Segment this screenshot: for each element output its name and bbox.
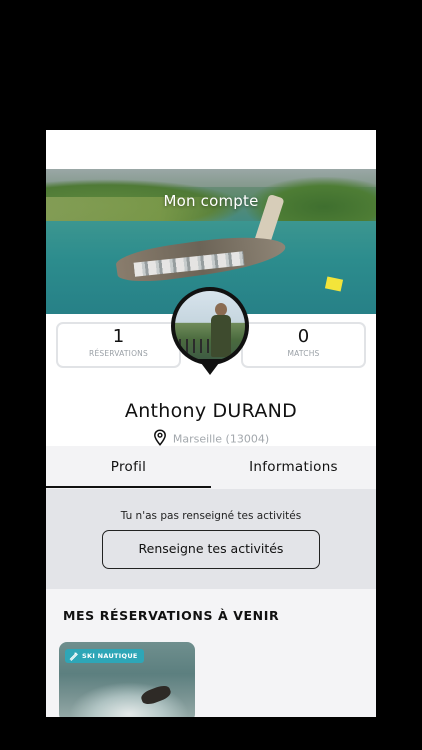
avatar-photo xyxy=(175,291,245,361)
avatar[interactable] xyxy=(171,287,249,385)
user-name: Anthony DURAND xyxy=(46,400,376,422)
upcoming-reservations-section: MES RÉSERVATIONS À VENIR SKI NAUTIQUE xyxy=(46,589,376,717)
matchs-label: MATCHS xyxy=(287,349,320,358)
reservations-stat[interactable]: 1 RÉSERVATIONS xyxy=(56,322,181,368)
set-activities-button[interactable]: Renseigne tes activités xyxy=(102,530,320,569)
app-screen: Mon compte 1 RÉSERVATIONS 0 MATCHS Antho… xyxy=(46,130,376,717)
location-text: Marseille (13004) xyxy=(172,432,270,446)
reservation-card[interactable]: SKI NAUTIQUE xyxy=(59,642,195,717)
reservations-label: RÉSERVATIONS xyxy=(89,349,148,358)
avatar-pin-tip xyxy=(198,359,222,375)
profile-tabs: Profil Informations xyxy=(46,446,376,489)
reservations-count: 1 xyxy=(112,326,125,347)
upcoming-reservations-heading: MES RÉSERVATIONS À VENIR xyxy=(63,608,280,623)
first-name: Anthony xyxy=(124,400,207,422)
activity-tag: SKI NAUTIQUE xyxy=(65,649,144,663)
activities-empty-message: Tu n'as pas renseigné tes activités xyxy=(120,510,302,522)
matchs-count: 0 xyxy=(297,326,310,347)
activities-section: Tu n'as pas renseigné tes activités Rens… xyxy=(46,489,376,589)
page-title: Mon compte xyxy=(163,192,259,210)
water-ski-icon xyxy=(69,652,78,661)
activity-tag-label: SKI NAUTIQUE xyxy=(82,652,138,660)
matchs-stat[interactable]: 0 MATCHS xyxy=(241,322,366,368)
tab-informations[interactable]: Informations xyxy=(211,446,376,489)
tab-profil[interactable]: Profil xyxy=(46,446,211,489)
status-bar xyxy=(46,130,376,169)
last-name: DURAND xyxy=(212,400,298,422)
active-tab-indicator xyxy=(46,486,211,488)
